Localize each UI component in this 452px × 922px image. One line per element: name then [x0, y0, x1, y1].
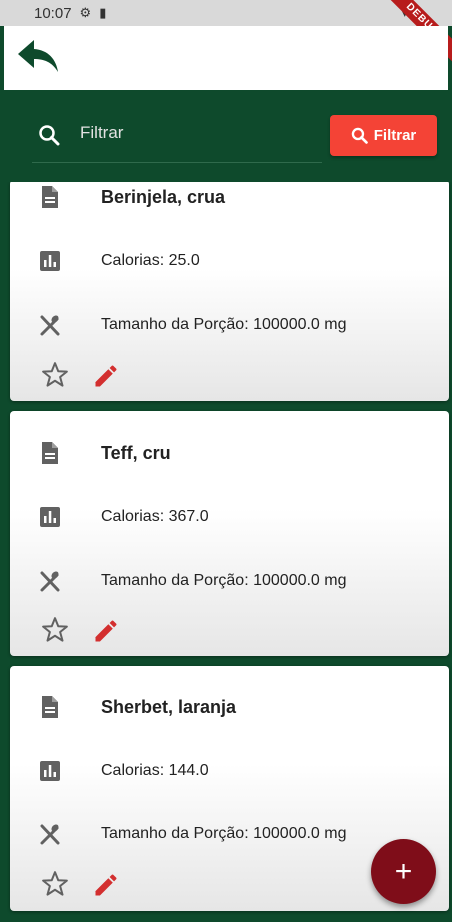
- document-icon: [38, 695, 62, 719]
- bar-chart-icon: [38, 505, 62, 529]
- pencil-icon[interactable]: [92, 617, 120, 645]
- food-card[interactable]: Teff, cru Calorias: 367.0 Tamanho da Por…: [10, 411, 449, 656]
- bar-chart-icon: [38, 759, 62, 783]
- food-name: Sherbet, laranja: [101, 696, 237, 717]
- document-icon: [38, 441, 62, 465]
- star-outline-icon[interactable]: [40, 360, 70, 390]
- filter-input-underline: [32, 162, 322, 163]
- add-food-button[interactable]: +: [371, 839, 436, 904]
- plus-icon: +: [394, 854, 413, 888]
- food-portion: Tamanho da Porção: 100000.0 mg: [101, 825, 347, 842]
- food-list: Berinjela, crua Calorias: 25.0 Tamanho d…: [0, 182, 452, 922]
- fork-knife-icon: [38, 569, 62, 593]
- back-button[interactable]: [14, 32, 62, 80]
- bar-chart-icon: [38, 249, 62, 273]
- star-outline-icon[interactable]: [40, 615, 70, 645]
- filter-button[interactable]: Filtrar: [330, 115, 437, 156]
- food-calories: Calorias: 144.0: [101, 762, 209, 779]
- pencil-icon[interactable]: [92, 362, 120, 390]
- app-bar: [4, 26, 448, 90]
- food-name: Teff, cru: [101, 442, 171, 463]
- food-name: Berinjela, crua: [101, 186, 226, 207]
- food-calories: Calorias: 25.0: [101, 252, 200, 269]
- filter-input[interactable]: [78, 120, 312, 146]
- food-portion: Tamanho da Porção: 100000.0 mg: [101, 572, 347, 589]
- pencil-icon[interactable]: [92, 871, 120, 899]
- status-bar: 10:07 ⚙ ▮ ▾ ▮ DEBUG: [0, 0, 452, 69]
- search-icon: [351, 127, 368, 144]
- search-icon: [39, 125, 60, 146]
- back-arrow-icon: [18, 40, 58, 72]
- fork-knife-icon: [38, 313, 62, 337]
- status-time: 10:07: [34, 4, 72, 22]
- filter-bar: Filtrar: [0, 90, 452, 182]
- food-portion: Tamanho da Porção: 100000.0 mg: [101, 316, 347, 333]
- sd-card-status-icon: ▮: [99, 5, 107, 20]
- settings-status-icon: ⚙: [79, 5, 92, 20]
- star-outline-icon[interactable]: [40, 869, 70, 899]
- fork-knife-icon: [38, 822, 62, 846]
- document-icon: [38, 185, 62, 209]
- filter-button-label: Filtrar: [373, 127, 417, 144]
- food-card[interactable]: Berinjela, crua Calorias: 25.0 Tamanho d…: [10, 182, 449, 401]
- food-calories: Calorias: 367.0: [101, 508, 209, 525]
